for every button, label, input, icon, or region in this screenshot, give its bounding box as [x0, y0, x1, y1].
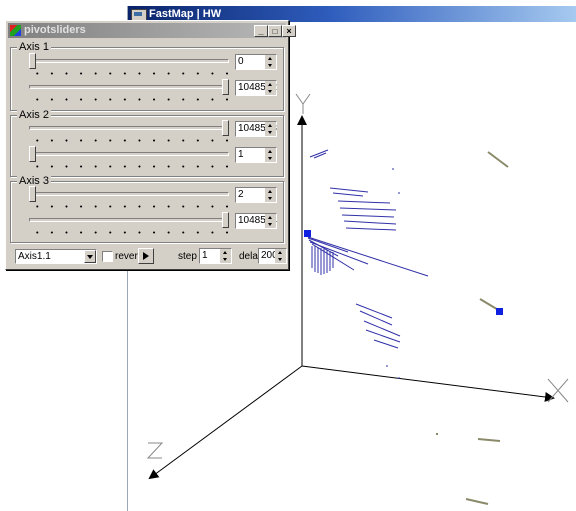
axis-select-combo[interactable]: Axis1.1: [15, 249, 97, 264]
axis-2-value-2-spinner[interactable]: 1: [235, 147, 277, 163]
axis-3-slider-2-track[interactable]: [29, 218, 229, 222]
axis-2-label: Axis 2: [17, 109, 51, 121]
axis-2-value-2: 1: [238, 149, 244, 160]
axis-3-slider-2-thumb[interactable]: [222, 212, 229, 228]
pivotsliders-window: pivotsliders _ □ × Axis 1 0 1048522 Axis…: [5, 20, 296, 270]
step-label: step: [178, 251, 197, 262]
spinner-arrows-icon[interactable]: [265, 188, 276, 202]
pivotsliders-title-bar[interactable]: pivotsliders _ □ ×: [8, 23, 296, 38]
play-button[interactable]: [138, 248, 154, 264]
axis-3-slider-1-thumb[interactable]: [29, 186, 36, 202]
marker-square: [304, 230, 311, 237]
axis-3-value-1-spinner[interactable]: 2: [235, 187, 277, 203]
spinner-arrows-icon[interactable]: [220, 249, 231, 263]
axis-3-group: Axis 3 2 1048524: [10, 175, 284, 243]
markers: [304, 230, 503, 315]
axis-3-slider-2-ticks: [30, 231, 234, 234]
segments: [436, 151, 509, 505]
axis-1-group: Axis 1 0 1048522: [10, 41, 284, 111]
axis-1-slider-2-ticks: [30, 98, 234, 101]
z-axis-letter: [146, 442, 164, 459]
spinner-arrows-icon[interactable]: [265, 214, 276, 228]
axis-2-slider-2-thumb[interactable]: [29, 146, 36, 162]
axis-3-slider-1-ticks: [30, 205, 234, 208]
close-button[interactable]: ×: [282, 25, 296, 37]
axis-1-value-1-spinner[interactable]: 0: [235, 54, 277, 70]
axis-1-slider-1-ticks: [30, 72, 234, 75]
axis-1-label: Axis 1: [17, 41, 51, 53]
x-axis-letter: [547, 378, 569, 403]
point-clusters: [307, 149, 429, 379]
minimize-button[interactable]: _: [254, 25, 268, 37]
axis-1-slider-2-track[interactable]: [29, 85, 229, 89]
axis-2-slider-1-thumb[interactable]: [222, 120, 229, 136]
reverse-checkbox[interactable]: [102, 251, 113, 262]
axis-2-slider-1-track[interactable]: [29, 126, 229, 130]
marker-square: [496, 308, 503, 315]
app-icon: [10, 25, 21, 36]
axis-2-slider-2-track[interactable]: [29, 152, 229, 156]
axis-1-value-1: 0: [238, 56, 244, 67]
axis-3-value-1: 2: [238, 189, 244, 200]
spinner-arrows-icon[interactable]: [265, 148, 276, 162]
axis-1-slider-1-thumb[interactable]: [29, 53, 36, 69]
axis-select-value: Axis1.1: [18, 251, 51, 262]
spinner-arrows-icon[interactable]: [265, 81, 276, 95]
axis-2-group: Axis 2 1048523 1: [10, 109, 284, 177]
spinner-arrows-icon[interactable]: [275, 249, 286, 263]
axis-1-slider-2-thumb[interactable]: [222, 79, 229, 95]
delay-spinner[interactable]: 200: [258, 248, 287, 264]
axis-1-slider-1-track[interactable]: [29, 59, 229, 63]
x-axis: [301, 365, 555, 402]
y-axis-letter: [295, 93, 311, 114]
spinner-arrows-icon[interactable]: [265, 122, 276, 136]
axis-2-value-1-spinner[interactable]: 1048523: [235, 121, 277, 137]
chevron-down-icon[interactable]: [84, 250, 96, 263]
axis-2-slider-1-ticks: [30, 139, 234, 142]
maximize-button[interactable]: □: [268, 25, 282, 37]
axis-1-value-2-spinner[interactable]: 1048522: [235, 80, 277, 96]
z-axis: [148, 365, 303, 480]
step-value: 1: [202, 250, 208, 261]
pivotsliders-title: pivotsliders: [24, 24, 86, 36]
axis-3-slider-1-track[interactable]: [29, 192, 229, 196]
spinner-arrows-icon[interactable]: [265, 55, 276, 69]
axis-2-slider-2-ticks: [30, 165, 234, 168]
step-spinner[interactable]: 1: [199, 248, 232, 264]
axis-3-value-2-spinner[interactable]: 1048524: [235, 213, 277, 229]
